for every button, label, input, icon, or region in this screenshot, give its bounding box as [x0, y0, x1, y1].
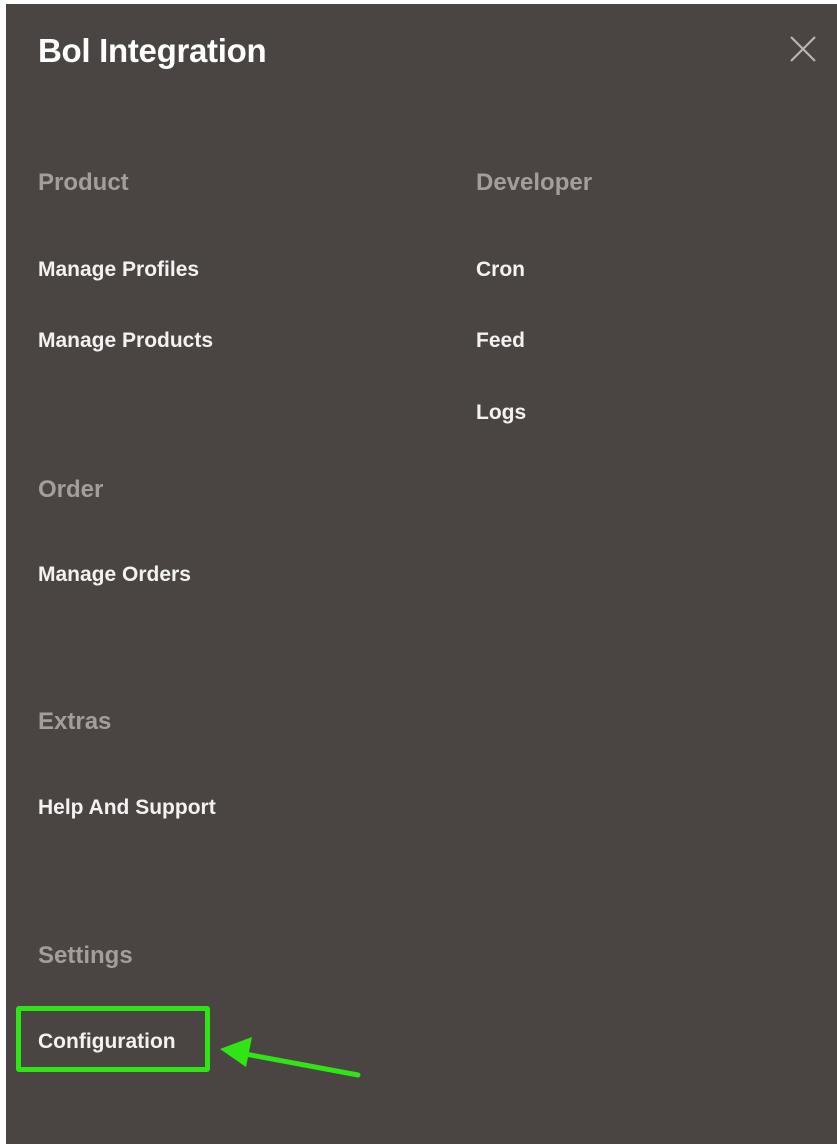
menu-item-manage-products[interactable]: Manage Products [38, 329, 213, 353]
menu-item-configuration[interactable]: Configuration [38, 1030, 176, 1054]
close-icon [790, 36, 816, 62]
menu-item-help-and-support[interactable]: Help And Support [38, 796, 216, 820]
panel-title: Bol Integration [38, 32, 267, 69]
section-heading-product: Product [38, 169, 129, 196]
menu-item-logs[interactable]: Logs [476, 401, 526, 425]
bol-integration-menu-panel: Bol Integration Product Manage Profiles … [6, 4, 837, 1144]
section-heading-extras: Extras [38, 708, 112, 735]
menu-item-feed[interactable]: Feed [476, 329, 525, 353]
menu-item-manage-orders[interactable]: Manage Orders [38, 563, 191, 587]
section-heading-developer: Developer [476, 169, 593, 196]
section-heading-settings: Settings [38, 942, 133, 969]
close-button[interactable] [788, 34, 818, 64]
menu-item-cron[interactable]: Cron [476, 258, 525, 282]
menu-item-manage-profiles[interactable]: Manage Profiles [38, 258, 199, 282]
section-heading-order: Order [38, 476, 104, 503]
